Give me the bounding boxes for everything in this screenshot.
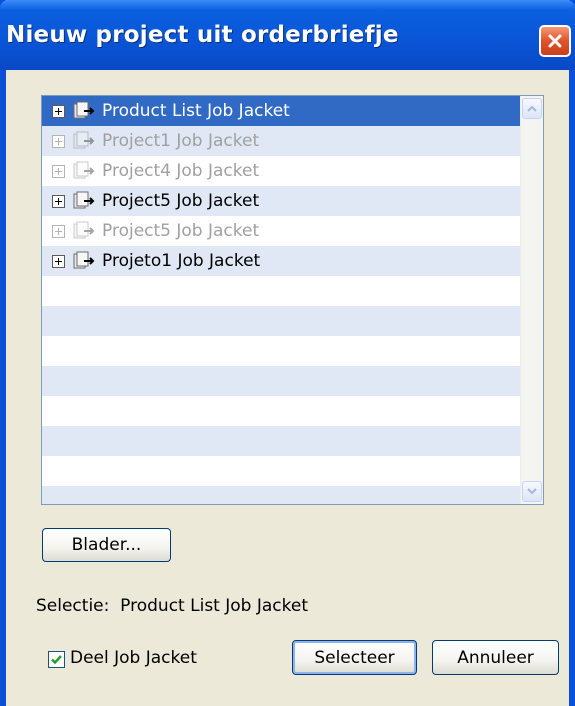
list-item-label: Project1 Job Jacket (102, 131, 260, 151)
cancel-button[interactable]: Annuleer (432, 640, 559, 675)
empty-row (42, 306, 521, 336)
job-jacket-list[interactable]: Product List Job Jacket Project1 Job Jac… (41, 95, 544, 505)
dialog-window: Nieuw project uit orderbriefje Product L… (0, 0, 575, 706)
dialog-title: Nieuw project uit orderbriefje (6, 22, 399, 48)
checkmark-icon (51, 655, 62, 665)
list-item-label: Project5 Job Jacket (102, 191, 260, 211)
job-jacket-icon (73, 221, 95, 239)
share-job-jacket-checkbox[interactable] (48, 651, 65, 668)
empty-row (42, 336, 521, 366)
selection-status: Selectie: Product List Job Jacket (36, 596, 308, 616)
list-item-label: Projeto1 Job Jacket (102, 251, 261, 271)
list-item[interactable]: Project5 Job Jacket (42, 216, 521, 246)
empty-row (42, 366, 521, 396)
chevron-down-icon (527, 488, 537, 495)
empty-row (42, 486, 521, 504)
job-jacket-icon (73, 161, 95, 179)
expand-icon[interactable] (52, 254, 65, 268)
empty-row (42, 276, 521, 306)
expand-icon[interactable] (52, 224, 65, 238)
empty-row (42, 426, 521, 456)
scroll-down-button[interactable] (522, 481, 542, 502)
list-scrollbar[interactable] (520, 96, 543, 504)
expand-icon[interactable] (52, 134, 65, 148)
list-item[interactable]: Project5 Job Jacket (42, 186, 521, 216)
empty-row (42, 456, 521, 486)
empty-row (42, 396, 521, 426)
title-bar[interactable]: Nieuw project uit orderbriefje (0, 0, 575, 70)
expand-icon[interactable] (52, 164, 65, 178)
list-item-label: Product List Job Jacket (102, 101, 290, 121)
list-item[interactable]: Projeto1 Job Jacket (42, 246, 521, 276)
browse-button[interactable]: Blader... (42, 528, 171, 562)
select-button[interactable]: Selecteer (292, 640, 417, 675)
share-job-jacket-label: Deel Job Jacket (70, 648, 197, 668)
close-icon (548, 34, 562, 48)
selection-prefix: Selectie: (36, 596, 110, 616)
expand-icon[interactable] (52, 104, 65, 118)
job-jacket-rows: Product List Job Jacket Project1 Job Jac… (42, 96, 521, 504)
job-jacket-icon (73, 191, 95, 209)
chevron-up-icon (527, 105, 537, 112)
job-jacket-icon (73, 131, 95, 149)
list-item[interactable]: Project4 Job Jacket (42, 156, 521, 186)
list-item[interactable]: Product List Job Jacket (42, 96, 521, 126)
job-jacket-icon (73, 251, 95, 269)
selection-value: Product List Job Jacket (120, 596, 308, 616)
job-jacket-icon (73, 101, 95, 119)
scroll-up-button[interactable] (522, 98, 542, 119)
list-item-label: Project5 Job Jacket (102, 221, 260, 241)
close-button[interactable] (539, 25, 571, 57)
list-item-label: Project4 Job Jacket (102, 161, 260, 181)
list-item[interactable]: Project1 Job Jacket (42, 126, 521, 156)
expand-icon[interactable] (52, 194, 65, 208)
